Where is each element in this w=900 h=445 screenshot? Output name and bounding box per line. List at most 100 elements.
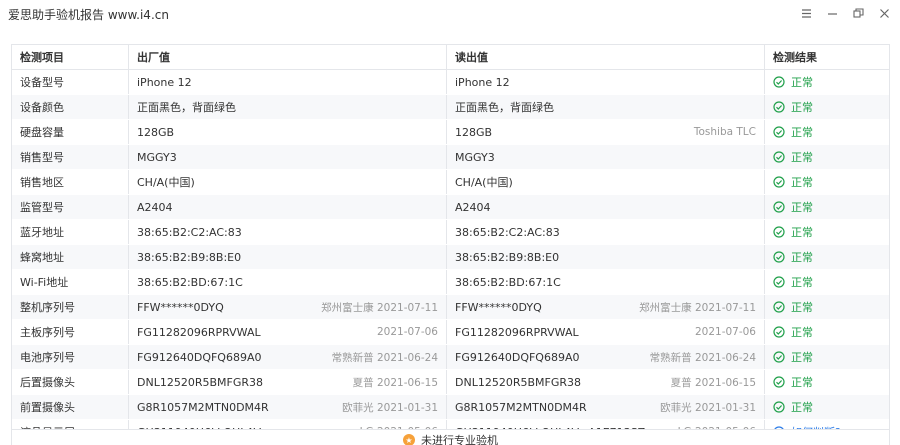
- read-value: 38:65:B2:C2:AC:83: [455, 225, 560, 239]
- item-label: 销售型号: [20, 151, 64, 164]
- result-status: 正常: [773, 299, 889, 315]
- item-cell: Wi-Fi地址: [12, 269, 129, 295]
- result-status: 正常: [773, 399, 889, 415]
- table-row: 设备型号 iPhone 12 iPhone 12 正常: [12, 69, 889, 95]
- result-text: 正常: [791, 151, 813, 164]
- item-label: 蓝牙地址: [20, 226, 64, 239]
- factory-cell: FG11282096RPRVWAL 2021-07-06: [128, 319, 447, 345]
- factory-value: FG11282096RPRVWAL: [137, 325, 261, 339]
- restore-button[interactable]: [852, 5, 864, 21]
- item-cell: 销售地区: [12, 169, 129, 195]
- read-cell: DNL12520R5BMFGR38 夏普 2021-06-15: [446, 369, 765, 395]
- result-cell: 正常: [764, 144, 889, 170]
- read-value: 38:65:B2:B9:8B:E0: [455, 250, 560, 264]
- table-row: 电池序列号 FG912640DQFQ689A0 常熟新普 2021-06-24 FG9…: [12, 344, 889, 370]
- result-text: 正常: [791, 301, 813, 314]
- menu-icon: [801, 8, 811, 18]
- result-status: 正常: [773, 274, 889, 290]
- result-status: 正常: [773, 374, 889, 390]
- item-label: 蜂窝地址: [20, 251, 64, 264]
- result-status: 正常: [773, 174, 889, 190]
- factory-note: 常熟新普 2021-06-24: [331, 351, 438, 364]
- factory-cell: 38:65:B2:BD:67:1C: [128, 269, 447, 295]
- result-text: 正常: [791, 276, 813, 289]
- factory-value: DNL12520R5BMFGR38: [137, 375, 263, 389]
- factory-cell: FFW******0DYQ 郑州富士康 2021-07-11: [128, 294, 447, 320]
- item-cell: 前置摄像头: [12, 394, 129, 420]
- result-text: 正常: [791, 176, 813, 189]
- item-label: 设备型号: [20, 76, 64, 89]
- read-value: iPhone 12: [455, 75, 510, 89]
- factory-cell: A2404: [128, 194, 447, 220]
- read-note: Toshiba TLC: [693, 126, 756, 138]
- result-text: 正常: [791, 401, 813, 414]
- close-icon: [879, 8, 889, 18]
- item-cell: 销售型号: [12, 144, 129, 170]
- item-cell: 后置摄像头: [12, 369, 129, 395]
- minimize-button[interactable]: [826, 5, 838, 21]
- footer-text: 未进行专业验机: [421, 434, 498, 445]
- read-value: 38:65:B2:BD:67:1C: [455, 275, 561, 289]
- item-label: 监管型号: [20, 201, 64, 214]
- read-cell: FFW******0DYQ 郑州富士康 2021-07-11: [446, 294, 765, 320]
- read-value: A2404: [455, 200, 491, 214]
- read-cell: FG912640DQFQ689A0 常熟新普 2021-06-24: [446, 344, 765, 370]
- item-label: 前置摄像头: [20, 401, 75, 414]
- menu-button[interactable]: [800, 5, 812, 21]
- result-text: 正常: [791, 76, 813, 89]
- read-value: CH/A(中国): [455, 176, 513, 189]
- factory-note: 夏普 2021-06-15: [352, 376, 438, 389]
- result-text: 正常: [791, 376, 813, 389]
- item-label: 主板序列号: [20, 326, 75, 339]
- check-circle-icon: [773, 201, 785, 213]
- report-table-container: 检测项目 出厂值 读出值 检测结果 设备型号 iPhone 12 iPhone 12…: [11, 44, 890, 445]
- table-row: 监管型号 A2404 A2404 正常: [12, 194, 889, 220]
- result-cell: 正常: [764, 194, 889, 220]
- factory-cell: CH/A(中国): [128, 169, 447, 195]
- table-header-row: 检测项目 出厂值 读出值 检测结果: [12, 45, 889, 70]
- item-cell: 电池序列号: [12, 344, 129, 370]
- read-note: 欧菲光 2021-01-31: [660, 401, 756, 414]
- result-status: 正常: [773, 224, 889, 240]
- restore-icon: [852, 7, 864, 18]
- item-label: Wi-Fi地址: [20, 276, 69, 289]
- factory-value: FFW******0DYQ: [137, 300, 224, 314]
- factory-cell: 128GB: [128, 119, 447, 145]
- footer-row[interactable]: ★ 未进行专业验机: [12, 429, 889, 445]
- result-status: 正常: [773, 149, 889, 165]
- read-cell: A2404: [446, 194, 765, 220]
- result-status: 正常: [773, 199, 889, 215]
- factory-value: iPhone 12: [137, 75, 192, 89]
- result-cell: 正常: [764, 169, 889, 195]
- check-circle-icon: [773, 276, 785, 288]
- result-text: 正常: [791, 326, 813, 339]
- factory-note: 欧菲光 2021-01-31: [342, 401, 438, 414]
- read-value: DNL12520R5BMFGR38: [455, 375, 581, 389]
- item-cell: 设备型号: [12, 69, 129, 95]
- read-value: FFW******0DYQ: [455, 300, 542, 314]
- item-cell: 设备颜色: [12, 94, 129, 120]
- title-bar: 爱思助手验机报告 www.i4.cn: [0, 0, 900, 28]
- check-circle-icon: [773, 226, 785, 238]
- result-cell: 正常: [764, 119, 889, 145]
- factory-value: 128GB: [137, 125, 175, 139]
- item-label: 设备颜色: [20, 101, 64, 114]
- result-cell: 正常: [764, 319, 889, 345]
- read-note: 夏普 2021-06-15: [670, 376, 756, 389]
- read-cell: MGGY3: [446, 144, 765, 170]
- check-circle-icon: [773, 401, 785, 413]
- result-cell: 正常: [764, 69, 889, 95]
- item-cell: 监管型号: [12, 194, 129, 220]
- result-text: 正常: [791, 201, 813, 214]
- read-cell: 38:65:B2:BD:67:1C: [446, 269, 765, 295]
- read-value: 正面黑色，背面绿色: [455, 101, 554, 114]
- read-value: MGGY3: [455, 150, 495, 164]
- check-circle-icon: [773, 151, 785, 163]
- header-factory: 出厂值: [128, 45, 447, 70]
- result-text: 正常: [791, 251, 813, 264]
- factory-value: FG912640DQFQ689A0: [137, 350, 262, 364]
- factory-cell: 38:65:B2:B9:8B:E0: [128, 244, 447, 270]
- table-row: 销售地区 CH/A(中国) CH/A(中国) 正常: [12, 169, 889, 195]
- header-read: 读出值: [446, 45, 765, 70]
- close-button[interactable]: [878, 5, 890, 21]
